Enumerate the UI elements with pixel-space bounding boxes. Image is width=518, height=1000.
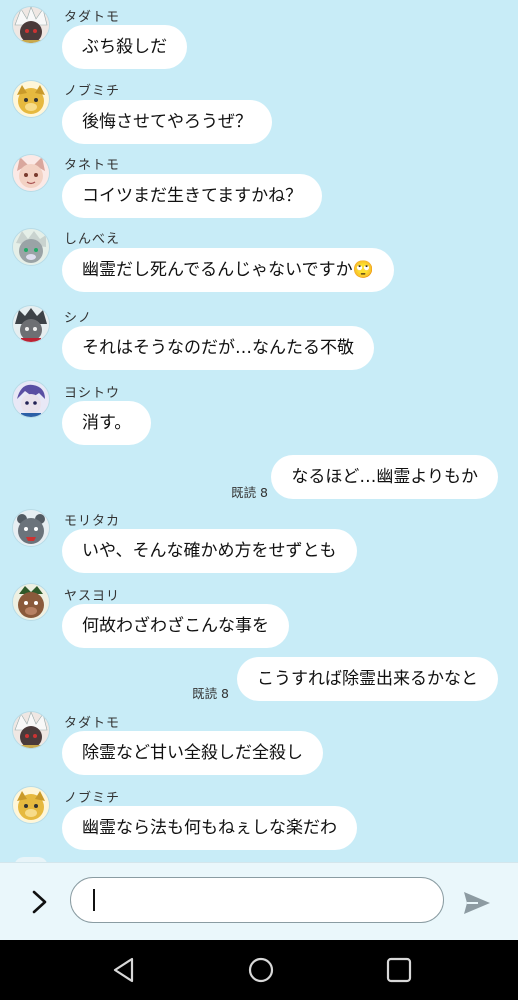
message-bubble[interactable]: 除霊など甘い全殺しだ全殺し bbox=[62, 731, 323, 775]
sender-name: ヨシトウ bbox=[64, 386, 121, 401]
yellow-dog-avatar[interactable] bbox=[12, 786, 50, 824]
read-receipt: 既読 8 bbox=[192, 686, 229, 701]
eye-roll-emoji-icon: 🙄 bbox=[352, 260, 374, 280]
input-bar bbox=[0, 862, 518, 941]
white-haired-wolf-avatar[interactable] bbox=[12, 6, 50, 44]
dark-haired-wolf-avatar[interactable] bbox=[12, 305, 50, 343]
message-bubble[interactable]: コイツまだ生きてますかね？ bbox=[62, 174, 323, 218]
grey-wolf-avatar[interactable] bbox=[12, 228, 50, 266]
yellow-dog-avatar[interactable] bbox=[12, 80, 50, 118]
message-bubble[interactable]: 幽霊なら法も何もねぇしな楽だわ bbox=[62, 806, 357, 850]
message-bubble[interactable]: いや、そんな確かめ方をせずとも bbox=[62, 529, 357, 573]
sender-name: しんべえ bbox=[64, 232, 121, 247]
pink-cat-avatar[interactable] bbox=[12, 154, 50, 192]
message-bubble[interactable]: なるほど…幽霊よりもか bbox=[271, 455, 498, 499]
grey-bear-avatar[interactable] bbox=[12, 509, 50, 547]
message-bubble[interactable]: 後悔させてやろうぜ？ bbox=[62, 100, 272, 144]
message-bubble[interactable]: 幽霊だし死んでるんじゃないですか🙄 bbox=[62, 248, 394, 292]
message-bubble[interactable]: ぶち殺しだ bbox=[62, 25, 188, 69]
message-bubble[interactable]: 何故わざわざこんな事を bbox=[62, 604, 289, 648]
message-text: 幽霊だし死んでるんじゃないですか bbox=[82, 260, 353, 280]
back-triangle-icon[interactable] bbox=[109, 955, 139, 985]
chevron-right-icon[interactable] bbox=[26, 888, 54, 916]
sender-name: ノブミチ bbox=[64, 84, 121, 99]
sender-name: タネトモ bbox=[64, 158, 121, 173]
purple-haired-avatar[interactable] bbox=[12, 380, 50, 418]
message-bubble[interactable]: それはそうなのだが…なんたる不敬 bbox=[62, 326, 374, 370]
white-haired-wolf-avatar[interactable] bbox=[12, 711, 50, 749]
message-bubble[interactable]: 消す。 bbox=[62, 401, 152, 445]
recents-square-icon[interactable] bbox=[384, 955, 414, 985]
sender-name: タダトモ bbox=[64, 10, 121, 25]
sender-name: ノブミチ bbox=[64, 791, 121, 806]
message-bubble[interactable]: こうすれば除霊出来るかなと bbox=[237, 657, 498, 701]
send-icon[interactable] bbox=[462, 890, 492, 916]
android-nav-bar bbox=[0, 940, 518, 1000]
brown-boar-avatar[interactable] bbox=[12, 583, 50, 621]
sender-name: モリタカ bbox=[64, 514, 121, 529]
sender-name: ヤスヨリ bbox=[64, 589, 121, 604]
sender-name: タダトモ bbox=[64, 716, 121, 731]
sender-name: シノ bbox=[64, 311, 93, 326]
home-circle-icon[interactable] bbox=[246, 955, 276, 985]
chat-area[interactable]: タダトモ ぶち殺しだ ノブミチ 後悔させてやろうぜ？ タネトモ コイツまだ生きて… bbox=[0, 0, 518, 862]
message-input[interactable] bbox=[70, 877, 444, 923]
text-cursor bbox=[93, 889, 95, 911]
read-receipt: 既読 8 bbox=[231, 485, 268, 500]
